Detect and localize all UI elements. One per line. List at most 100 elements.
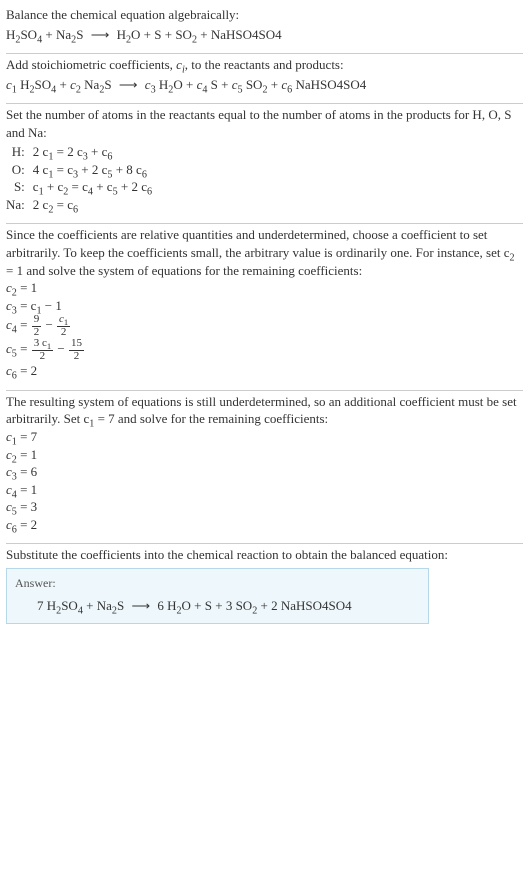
section-atom-balance: Set the number of atoms in the reactants…: [6, 104, 523, 223]
txt: 2 c: [33, 144, 49, 159]
txt: = 1: [17, 280, 37, 295]
arrow-icon: ⟶: [87, 27, 114, 42]
row-label: H:: [6, 143, 33, 161]
txt: + c: [44, 179, 64, 194]
txt: +: [56, 77, 70, 92]
txt: + c: [93, 179, 113, 194]
answer-box: Answer: 7 H2SO4 + Na2S ⟶ 6 H2O + S + 3 S…: [6, 568, 429, 624]
answer-equation: 7 H2SO4 + Na2S ⟶ 6 H2O + S + 3 SO2 + 2 N…: [15, 591, 420, 615]
txt: + 2 NaHSO4SO4: [257, 598, 351, 613]
txt: = c: [17, 298, 37, 313]
sub: 6: [73, 205, 78, 216]
coef-line: c4 = 92 − c12: [6, 314, 523, 338]
txt: = 2: [17, 517, 37, 532]
sub: 2: [510, 253, 515, 264]
txt: = 1 and solve the system of equations fo…: [6, 263, 362, 278]
coef-line: c5 = 3: [6, 498, 523, 516]
txt: + Na: [42, 27, 71, 42]
txt: , to the reactants and products:: [185, 57, 344, 72]
txt: + 2 c: [118, 179, 147, 194]
txt: S: [117, 598, 124, 613]
second-text: The resulting system of equations is sti…: [6, 393, 523, 428]
numerator: 3 c1: [32, 338, 53, 350]
txt: = c: [68, 179, 88, 194]
table-row: S: c1 + c2 = c4 + c5 + 2 c6: [6, 178, 156, 196]
section-stoichiometric: Add stoichiometric coefficients, ci, to …: [6, 54, 523, 103]
sub: 6: [147, 187, 152, 198]
coef-line: c1 = 7: [6, 428, 523, 446]
txt: O + S + SO: [131, 27, 192, 42]
txt: =: [17, 341, 31, 356]
row-eq: c1 + c2 = c4 + c5 + 2 c6: [33, 178, 156, 196]
sub: 1: [47, 341, 51, 351]
txt: H: [117, 27, 126, 42]
txt: H: [17, 77, 30, 92]
coef-line: c6 = 2: [6, 362, 523, 380]
txt: + c: [88, 144, 108, 159]
txt: + Na: [83, 598, 112, 613]
txt: = 2: [17, 363, 37, 378]
txt: −: [45, 317, 56, 332]
txt: = 1: [17, 447, 37, 462]
coef-line: c4 = 1: [6, 481, 523, 499]
txt: SO: [35, 77, 52, 92]
txt: NaHSO4SO4: [292, 77, 366, 92]
intro-equation: H2SO4 + Na2S ⟶ H2O + S + SO2 + NaHSO4SO4: [6, 24, 523, 44]
row-label: S:: [6, 178, 33, 196]
txt: Add stoichiometric coefficients,: [6, 57, 176, 72]
txt: = 7: [17, 429, 37, 444]
txt: = c: [53, 162, 73, 177]
denominator: 2: [57, 326, 70, 339]
txt: Na: [81, 77, 99, 92]
txt: + 8 c: [112, 162, 141, 177]
coef-line: c3 = c1 − 1: [6, 297, 523, 315]
coef-line: c5 = 3 c12 − 152: [6, 338, 523, 362]
txt: S +: [207, 77, 231, 92]
coef-line: c2 = 1: [6, 279, 523, 297]
fraction: c12: [56, 314, 71, 338]
txt: Since the coefficients are relative quan…: [6, 227, 510, 260]
txt: = 2 c: [53, 144, 82, 159]
subst-text: Substitute the coefficients into the che…: [6, 546, 523, 564]
txt: 7 H: [37, 598, 56, 613]
txt: − 1: [42, 298, 62, 313]
fraction: 3 c12: [31, 338, 54, 362]
answer-label: Answer:: [15, 575, 420, 591]
section-underdetermined: Since the coefficients are relative quan…: [6, 224, 523, 389]
table-row: O: 4 c1 = c3 + 2 c5 + 8 c6: [6, 161, 156, 179]
atoms-text: Set the number of atoms in the reactants…: [6, 106, 523, 141]
txt: H: [6, 27, 15, 42]
txt: O +: [173, 77, 196, 92]
txt: + NaHSO4SO4: [197, 27, 282, 42]
txt: SO: [20, 27, 37, 42]
txt: = c: [53, 197, 73, 212]
coef-line: c3 = 6: [6, 463, 523, 481]
txt: O + S + 3 SO: [182, 598, 253, 613]
underdet-text: Since the coefficients are relative quan…: [6, 226, 523, 279]
arrow-icon: ⟶: [127, 598, 154, 613]
row-eq: 2 c2 = c6: [33, 196, 156, 214]
fraction: 152: [68, 338, 85, 362]
txt: = 3: [17, 499, 37, 514]
txt: SO: [243, 77, 263, 92]
section-balance-intro: Balance the chemical equation algebraica…: [6, 4, 523, 53]
fraction: 92: [31, 314, 43, 338]
denominator: 2: [69, 350, 84, 363]
section-second-underdet: The resulting system of equations is sti…: [6, 391, 523, 543]
numerator: 15: [69, 338, 84, 350]
txt: 3 c: [34, 337, 47, 349]
numerator: 9: [32, 314, 42, 326]
txt: +: [268, 77, 282, 92]
stoich-equation: c1 H2SO4 + c2 Na2S ⟶ c3 H2O + c4 S + c5 …: [6, 74, 523, 94]
row-eq: 4 c1 = c3 + 2 c5 + 8 c6: [33, 161, 156, 179]
txt: = 6: [17, 464, 37, 479]
txt: 6 H: [157, 598, 176, 613]
table-row: Na: 2 c2 = c6: [6, 196, 156, 214]
txt: S: [104, 77, 111, 92]
txt: S: [76, 27, 83, 42]
txt: H: [156, 77, 169, 92]
txt: = 7 and solve for the remaining coeffici…: [94, 411, 328, 426]
txt: SO: [61, 598, 78, 613]
table-row: H: 2 c1 = 2 c3 + c6: [6, 143, 156, 161]
txt: = 1: [17, 482, 37, 497]
